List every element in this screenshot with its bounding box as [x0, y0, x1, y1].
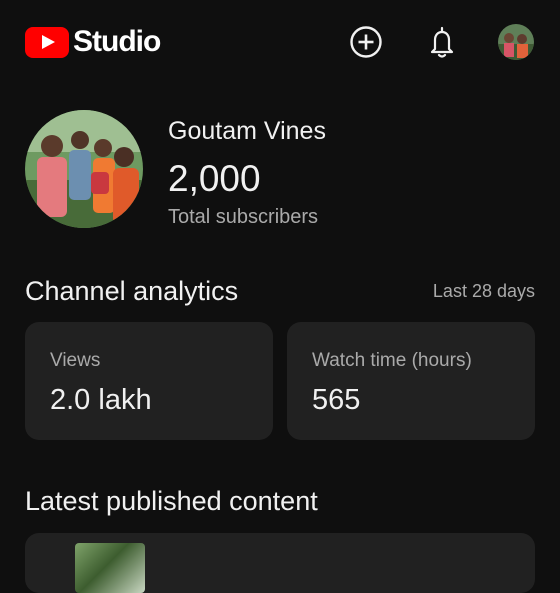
views-label: Views [50, 350, 101, 371]
notifications-icon[interactable] [425, 25, 459, 59]
channel-profile: Goutam Vines 2,000 Total subscribers [25, 110, 535, 230]
analytics-title: Channel analytics [25, 276, 239, 306]
create-icon[interactable] [349, 25, 383, 59]
watch-time-label: Watch time (hours) [312, 350, 472, 371]
youtube-play-icon [25, 26, 69, 58]
latest-content-title: Latest published content [25, 486, 318, 516]
views-value: 2.0 lakh [50, 384, 152, 416]
subscriber-count: 2,000 [168, 158, 261, 199]
watch-time-value: 565 [312, 384, 361, 416]
top-app-bar: Studio [0, 0, 560, 84]
youtube-studio-logo[interactable]: Studio [25, 25, 161, 59]
watch-time-card[interactable]: Watch time (hours) 565 [287, 322, 535, 440]
subscriber-label: Total subscribers [168, 206, 319, 228]
account-avatar[interactable] [498, 24, 534, 60]
analytics-range[interactable]: Last 28 days [433, 281, 535, 302]
latest-content-card[interactable] [25, 533, 535, 593]
brand-label: Studio [73, 25, 161, 58]
views-card[interactable]: Views 2.0 lakh [25, 322, 273, 440]
channel-name[interactable]: Goutam Vines [168, 117, 326, 146]
channel-avatar[interactable] [25, 110, 143, 228]
video-thumbnail[interactable] [75, 543, 145, 593]
